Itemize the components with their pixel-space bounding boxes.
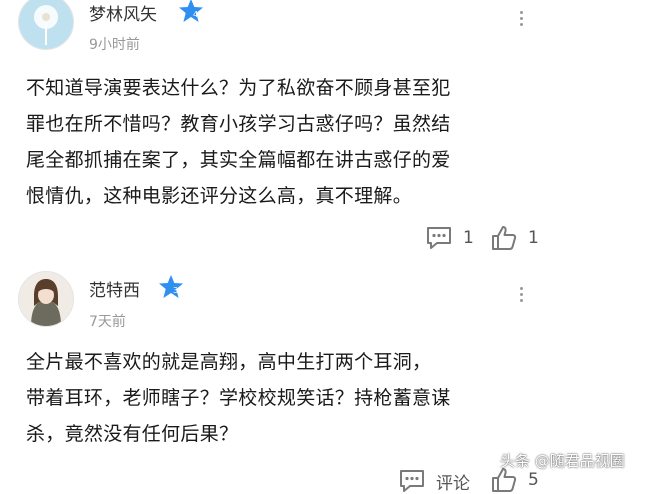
comment-line: 杀，竟然没有任何后果？ (26, 423, 239, 445)
star-badge-icon: 4 (179, 0, 203, 22)
avatar[interactable] (18, 0, 74, 50)
comment-line: 全片最不喜欢的就是高翔，高中生打两个耳洞， (26, 351, 432, 373)
timestamp: 7天前 (89, 314, 126, 330)
comment-line: 带着耳环，老师瞎子？学校校规笑话？持枪蓄意谋 (26, 387, 451, 409)
comment-bubble-icon (427, 227, 451, 249)
svg-text:3: 3 (173, 286, 178, 295)
reply-button[interactable]: 评论 (398, 468, 470, 494)
reply-count: 1 (463, 228, 474, 248)
watermark: 头条 @随君品视圈 (500, 452, 625, 470)
thumbs-up-icon (492, 226, 517, 250)
svg-text:4: 4 (193, 10, 198, 19)
comment-line: 恨情仇，这种电影还评分这么高，真不理解。 (26, 185, 413, 207)
reply-button[interactable]: 1 (425, 225, 474, 251)
avatar[interactable] (18, 271, 74, 327)
more-options-icon[interactable] (515, 287, 527, 307)
like-count: 5 (528, 470, 539, 490)
comment-line: 不知道导演要表达什么？为了私欲奋不顾身甚至犯 (26, 77, 451, 99)
more-options-icon[interactable] (515, 11, 527, 31)
comment-line: 尾全都抓捕在案了，其实全篇幅都在讲古惑仔的爱 (26, 149, 451, 171)
username[interactable]: 梦林风矢 (89, 0, 157, 25)
like-count: 1 (528, 228, 539, 248)
comment-1: 梦林风矢 4 9小时前 不知道导演要表达什么？为了私欲奋不顾身甚至犯 罪也在所不… (0, 0, 650, 262)
timestamp: 9小时前 (89, 37, 140, 53)
reply-label: 评论 (436, 473, 470, 494)
comment-text: 不知道导演要表达什么？为了私欲奋不顾身甚至犯 罪也在所不惜吗？教育小孩学习古惑仔… (26, 70, 566, 214)
comment-line: 罪也在所不惜吗？教育小孩学习古惑仔吗？虽然结 (26, 113, 451, 135)
comment-text: 全片最不喜欢的就是高翔，高中生打两个耳洞， 带着耳环，老师瞎子？学校校规笑话？持… (26, 344, 566, 452)
username[interactable]: 范特西 (89, 276, 140, 301)
like-button[interactable]: 1 (490, 224, 539, 252)
comment-bubble-icon (400, 470, 424, 492)
star-badge-icon: 3 (159, 275, 183, 298)
